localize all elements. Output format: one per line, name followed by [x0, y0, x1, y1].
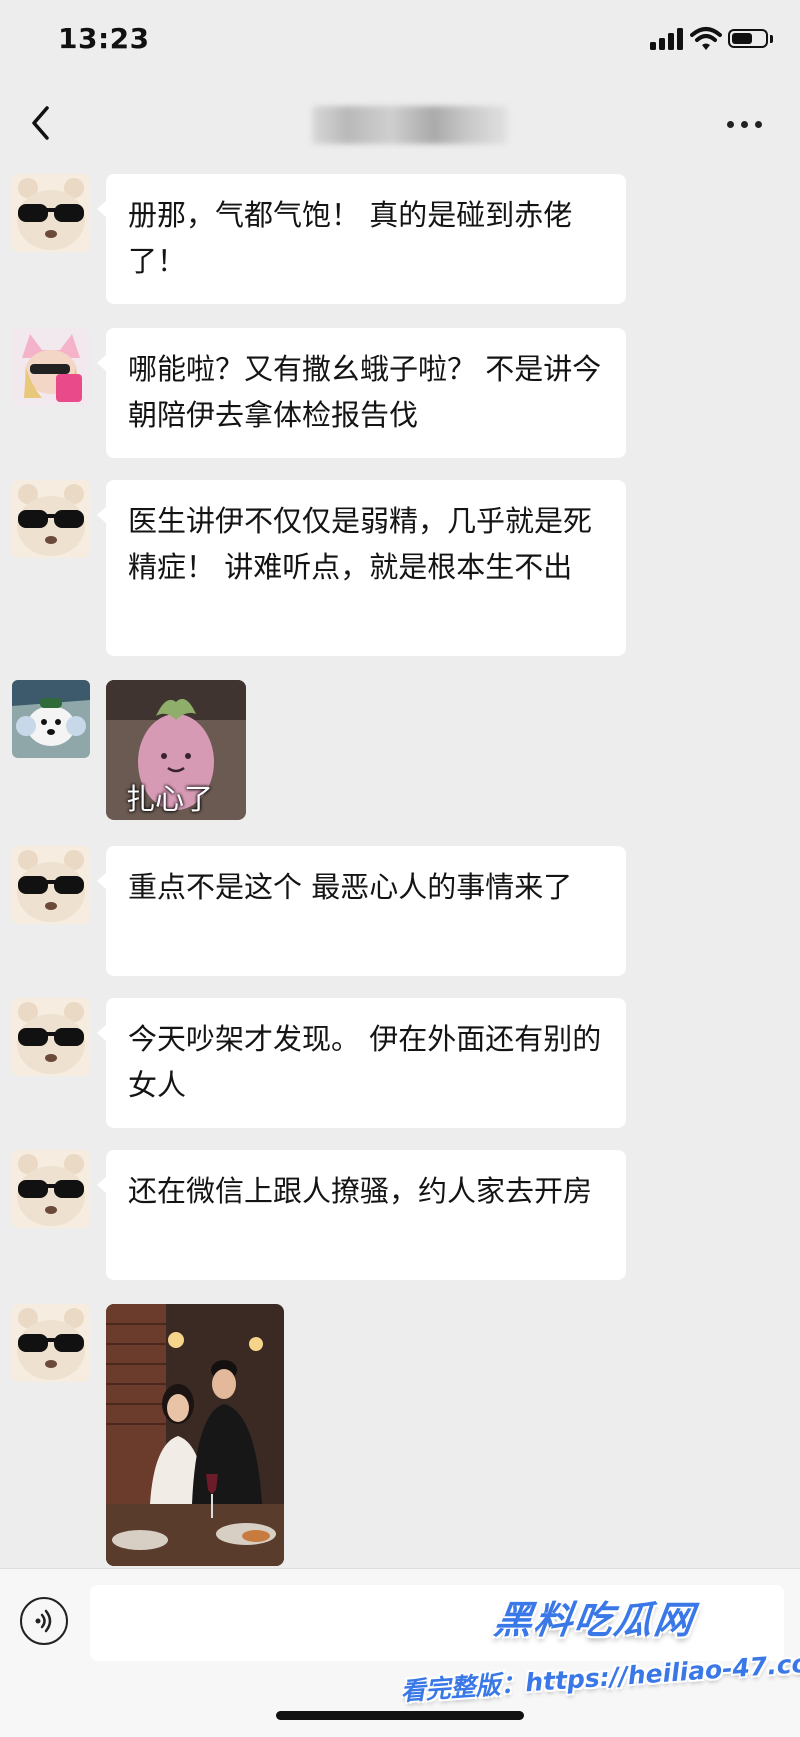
message-bubble[interactable]: 今天吵架才发现。 伊在外面还有别的女人: [97, 998, 626, 1128]
couple-dinner-photo[interactable]: [106, 1304, 284, 1566]
input-bar: 黑料吃瓜网 看完整版：https://heiliao-47.com: [0, 1568, 800, 1737]
message-text: 还在微信上跟人撩骚，约人家去开房: [128, 1174, 593, 1208]
wifi-icon: [690, 27, 722, 50]
message-text: 册那，气都气饱！ 真的是碰到赤佬了！: [128, 198, 573, 278]
back-button[interactable]: [20, 94, 70, 154]
voice-button[interactable]: [20, 1597, 68, 1645]
message-bubble[interactable]: 册那，气都气饱！ 真的是碰到赤佬了！: [97, 174, 626, 304]
message-text: 哪能啦？又有撒幺蛾子啦？ 不是讲今朝陪伊去拿体检报告伐: [128, 352, 602, 432]
status-bar: 13:23: [0, 0, 800, 84]
chevron-left-icon: [32, 106, 49, 140]
sticker-caption: 扎心了: [126, 782, 214, 816]
status-time: 13:23: [58, 22, 150, 55]
cellular-signal-icon: [650, 28, 684, 50]
nav-bar: [0, 84, 800, 164]
battery-cap: [770, 35, 773, 43]
sunglasses-bear-avatar[interactable]: [12, 1304, 90, 1382]
white-dog-avatar[interactable]: [12, 680, 90, 758]
voice-icon: [35, 1609, 52, 1633]
message-text: 重点不是这个 最恶心人的事情来了: [128, 870, 573, 904]
sunglasses-bear-avatar[interactable]: [12, 998, 90, 1076]
message-bubble[interactable]: 医生讲伊不仅仅是弱精，几乎就是死精症！ 讲难听点，就是根本生不出: [97, 480, 626, 656]
pink-hat-girl-avatar[interactable]: [12, 328, 90, 406]
sticker-eggplant[interactable]: 扎心了: [106, 680, 246, 820]
message-bubble[interactable]: 重点不是这个 最恶心人的事情来了: [97, 846, 626, 976]
sunglasses-bear-avatar[interactable]: [12, 480, 90, 558]
sunglasses-bear-avatar[interactable]: [12, 846, 90, 924]
message-bubble[interactable]: 还在微信上跟人撩骚，约人家去开房: [97, 1150, 626, 1280]
more-button[interactable]: [720, 104, 770, 144]
chat-title-blurred: [312, 106, 508, 144]
message-bubble[interactable]: 哪能啦？又有撒幺蛾子啦？ 不是讲今朝陪伊去拿体检报告伐: [97, 328, 626, 458]
message-text: 医生讲伊不仅仅是弱精，几乎就是死精症！ 讲难听点，就是根本生不出: [128, 504, 593, 584]
ellipsis-icon: [727, 121, 734, 128]
watermark-title: 黑料吃瓜网: [491, 1598, 698, 1642]
battery-icon: [728, 29, 768, 48]
sunglasses-bear-avatar[interactable]: [12, 1150, 90, 1228]
home-indicator: [276, 1711, 524, 1720]
message-text: 今天吵架才发现。 伊在外面还有别的女人: [128, 1022, 602, 1102]
sunglasses-bear-avatar[interactable]: [12, 174, 90, 252]
